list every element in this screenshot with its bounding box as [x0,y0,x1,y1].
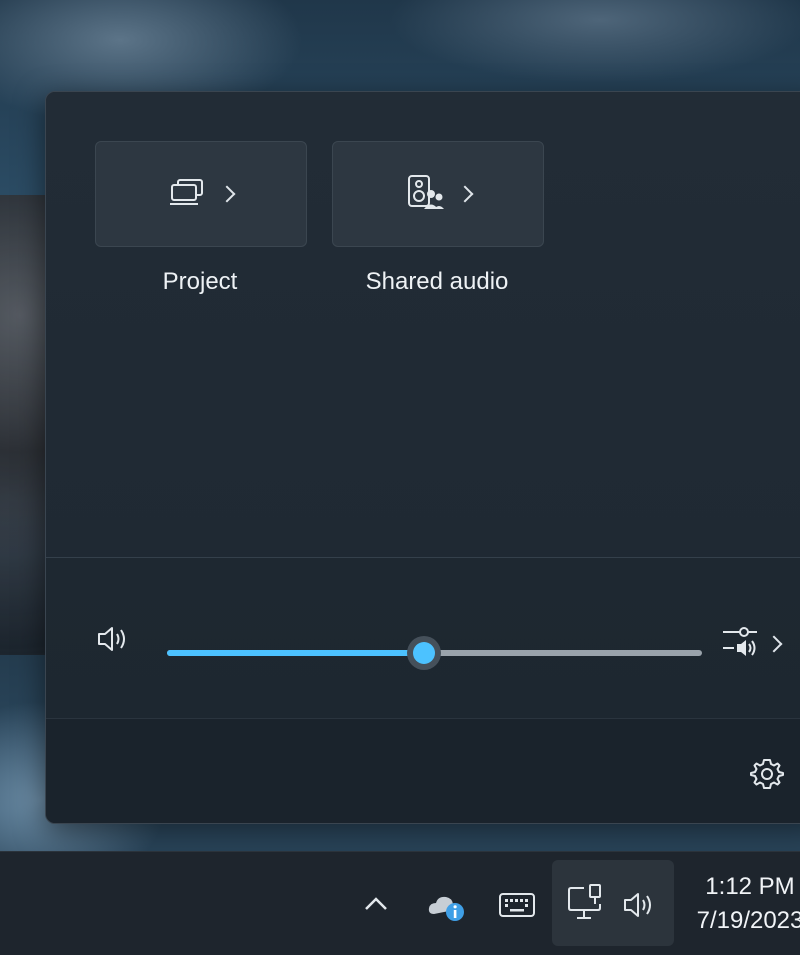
volume-slider[interactable] [167,636,702,670]
quick-settings-footer [46,718,800,823]
shared-audio-icon [405,173,445,216]
chevron-right-icon [765,635,783,652]
audio-mixer-icon [722,624,758,663]
network-volume-tray-button[interactable] [552,860,674,946]
project-icon [169,177,207,212]
clock-date: 7/19/2023 [696,907,800,934]
volume-row [46,558,800,718]
shared-audio-tile-button[interactable] [332,141,544,247]
chevron-right-icon [218,185,236,203]
clock-time: 1:12 PM [705,873,795,900]
clipped-tile-icon [796,267,800,367]
speaker-icon[interactable] [96,624,130,659]
speaker-icon [622,890,656,925]
project-tile-button[interactable] [95,141,307,247]
keyboard-icon[interactable] [498,892,536,923]
volume-slider-thumb[interactable] [406,636,441,670]
audio-mixer-button[interactable] [722,624,783,663]
wired-network-icon [568,884,604,929]
quick-settings-tiles-area: Project Shared audio [46,92,800,558]
chevron-right-icon [456,185,474,203]
quick-settings-panel: Project Shared audio [45,91,800,824]
shared-audio-tile-label: Shared audio [365,268,509,295]
cloud-info-icon[interactable] [428,890,468,929]
volume-slider-fill [167,650,424,656]
gear-icon[interactable] [750,757,784,796]
chevron-up-icon[interactable] [362,894,390,919]
taskbar-clock[interactable]: 1:12 PM 7/19/2023 [690,870,800,938]
project-tile-label: Project [162,268,238,295]
taskbar: 1:12 PM 7/19/2023 [0,851,800,955]
